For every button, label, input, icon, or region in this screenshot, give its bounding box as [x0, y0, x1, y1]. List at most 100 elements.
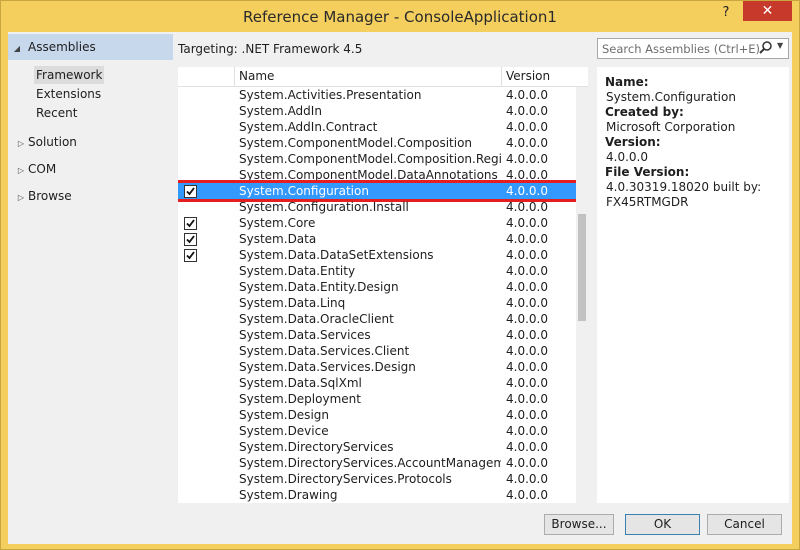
assembly-version: 4.0.0.0	[506, 312, 548, 326]
checkbox-box[interactable]	[184, 185, 197, 198]
sidebar-item-label: Browse	[28, 189, 72, 203]
table-row[interactable]: System.Data.Linq 4.0.0.0	[178, 295, 576, 311]
table-row[interactable]: System.Activities.Presentation 4.0.0.0	[178, 87, 576, 103]
row-checkbox[interactable]	[184, 457, 197, 470]
row-checkbox[interactable]	[184, 121, 197, 134]
row-checkbox[interactable]	[184, 313, 197, 326]
title-bar[interactable]: Reference Manager - ConsoleApplication1 …	[1, 1, 799, 32]
sidebar-item-solution[interactable]: ▷ Solution	[14, 132, 77, 152]
assembly-name: System.Drawing	[239, 488, 338, 502]
dropdown-arrow-icon[interactable]: ▼	[777, 41, 783, 50]
assembly-name: System.Configuration	[239, 184, 369, 198]
table-row[interactable]: System.Data.Entity.Design 4.0.0.0	[178, 279, 576, 295]
table-row[interactable]: System.Deployment 4.0.0.0	[178, 391, 576, 407]
ok-button[interactable]: OK	[625, 514, 700, 535]
dialog-footer: Browse... OK Cancel	[8, 510, 792, 544]
row-checkbox[interactable]	[184, 265, 197, 278]
table-row[interactable]: System.Data.Services.Design 4.0.0.0	[178, 359, 576, 375]
scrollbar-thumb[interactable]	[578, 214, 586, 321]
table-row[interactable]: System.Configuration.Install 4.0.0.0	[178, 199, 576, 215]
assembly-version: 4.0.0.0	[506, 152, 548, 166]
table-row[interactable]: System.DirectoryServices.Protocols 4.0.0.…	[178, 471, 576, 487]
assembly-version: 4.0.0.0	[506, 328, 548, 342]
help-button[interactable]: ?	[713, 3, 739, 23]
table-row[interactable]: System.Data.DataSetExtensions 4.0.0.0	[178, 247, 576, 263]
table-row[interactable]: System.Data.Services.Client 4.0.0.0	[178, 343, 576, 359]
table-row[interactable]: System.DirectoryServices 4.0.0.0	[178, 439, 576, 455]
assembly-name: System.Configuration.Install	[239, 200, 409, 214]
table-row[interactable]: System.ComponentModel.Composition 4.0.0.0	[178, 135, 576, 151]
table-row[interactable]: System.ComponentModel.Composition.Regist…	[178, 151, 576, 167]
row-checkbox[interactable]	[184, 377, 197, 390]
row-checkbox[interactable]	[184, 89, 197, 102]
row-checkbox[interactable]	[184, 361, 197, 374]
table-row[interactable]: System.Data.Entity 4.0.0.0	[178, 263, 576, 279]
sidebar-item-extensions[interactable]: Extensions	[34, 85, 103, 103]
assembly-name: System.Data	[239, 232, 317, 246]
row-checkbox[interactable]	[184, 345, 197, 358]
assembly-name: System.DirectoryServices	[239, 440, 394, 454]
table-row[interactable]: System.DirectoryServices.AccountManageme…	[178, 455, 576, 471]
table-row[interactable]: System.Data.SqlXml 4.0.0.0	[178, 375, 576, 391]
sidebar-item-framework[interactable]: Framework	[34, 66, 105, 84]
sidebar-item-label: Assemblies	[28, 40, 96, 54]
assembly-version: 4.0.0.0	[506, 296, 548, 310]
row-checkbox[interactable]	[184, 297, 197, 310]
assembly-version: 4.0.0.0	[506, 360, 548, 374]
row-checkbox[interactable]	[184, 233, 197, 246]
close-button[interactable]: ✕	[743, 1, 792, 21]
row-checkbox[interactable]	[184, 329, 197, 342]
table-row[interactable]: System.Configuration 4.0.0.0	[178, 180, 579, 202]
column-header-name[interactable]: Name	[234, 67, 501, 86]
assembly-name: System.Activities.Presentation	[239, 88, 422, 102]
table-row[interactable]: System.Device 4.0.0.0	[178, 423, 576, 439]
table-row[interactable]: System.Core 4.0.0.0	[178, 215, 576, 231]
row-checkbox[interactable]	[184, 153, 197, 166]
checkbox-box[interactable]	[184, 249, 197, 262]
reference-manager-window: Reference Manager - ConsoleApplication1 …	[0, 0, 800, 550]
row-checkbox[interactable]	[184, 281, 197, 294]
checkbox-box[interactable]	[184, 217, 197, 230]
cancel-button[interactable]: Cancel	[707, 514, 782, 535]
row-checkbox[interactable]	[184, 409, 197, 422]
sidebar-item-assemblies[interactable]: ◢ Assemblies	[8, 34, 173, 60]
row-checkbox[interactable]	[184, 425, 197, 438]
vertical-scrollbar[interactable]	[576, 87, 588, 503]
table-row[interactable]: System.AddIn 4.0.0.0	[178, 103, 576, 119]
sidebar-item-browse[interactable]: ▷ Browse	[14, 186, 72, 206]
assembly-name: System.Data.Linq	[239, 296, 346, 310]
row-checkbox[interactable]	[184, 185, 197, 198]
table-row[interactable]: System.Design 4.0.0.0	[178, 407, 576, 423]
search-input[interactable]: Search Assemblies (Ctrl+E) ▼	[597, 38, 789, 59]
row-checkbox[interactable]	[184, 169, 197, 182]
assembly-name: System.ComponentModel.Composition.Regist…	[239, 152, 501, 166]
checkbox-box[interactable]	[184, 233, 197, 246]
assembly-name: System.Data.Entity.Design	[239, 280, 399, 294]
checkmark-icon	[186, 187, 195, 196]
table-row[interactable]: System.Data.Services 4.0.0.0	[178, 327, 576, 343]
table-row[interactable]: System.ComponentModel.DataAnnotations 4.0…	[178, 167, 576, 183]
assembly-name: System.Data.Services	[239, 328, 371, 342]
table-row[interactable]: System.Drawing 4.0.0.0	[178, 487, 576, 503]
row-checkbox[interactable]	[184, 137, 197, 150]
table-row[interactable]: System.AddIn.Contract 4.0.0.0	[178, 119, 576, 135]
assembly-name: System.AddIn	[239, 104, 322, 118]
assembly-version: 4.0.0.0	[506, 472, 548, 486]
row-checkbox[interactable]	[184, 249, 197, 262]
row-checkbox[interactable]	[184, 105, 197, 118]
search-icon[interactable]	[758, 40, 774, 56]
table-row[interactable]: System.Data 4.0.0.0	[178, 231, 576, 247]
row-checkbox[interactable]	[184, 393, 197, 406]
browse-button[interactable]: Browse...	[544, 514, 614, 535]
sidebar-item-com[interactable]: ▷ COM	[14, 159, 56, 179]
sidebar-item-recent[interactable]: Recent	[34, 104, 79, 122]
table-row[interactable]: System.Data.OracleClient 4.0.0.0	[178, 311, 576, 327]
row-checkbox[interactable]	[184, 473, 197, 486]
row-checkbox[interactable]	[184, 489, 197, 502]
row-checkbox[interactable]	[184, 201, 197, 214]
row-checkbox[interactable]	[184, 217, 197, 230]
column-header-version[interactable]: Version	[501, 67, 576, 86]
assembly-version: 4.0.0.0	[506, 200, 548, 214]
row-checkbox[interactable]	[184, 441, 197, 454]
targeting-label: Targeting: .NET Framework 4.5	[178, 42, 363, 56]
